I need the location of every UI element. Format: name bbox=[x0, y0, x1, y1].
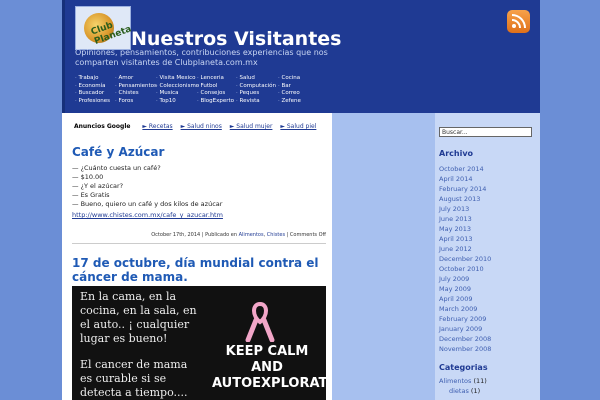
ad-link[interactable]: ► Salud piel bbox=[280, 123, 316, 130]
archive-link[interactable]: October 2014 bbox=[439, 164, 491, 174]
archive-link[interactable]: May 2013 bbox=[439, 224, 491, 234]
comments-status: | Comments Off bbox=[285, 232, 326, 238]
page: Club Planeta Nuestros Visitantes Opinion… bbox=[62, 0, 540, 400]
nav-link[interactable]: Economía bbox=[75, 83, 110, 91]
archive-link[interactable]: February 2014 bbox=[439, 184, 491, 194]
post-body: — ¿Cuánto cuesta un café? — $10.00 — ¿Y … bbox=[72, 164, 222, 209]
post-title[interactable]: 17 de octubre, día mundial contra el cán… bbox=[72, 256, 326, 284]
nav-link[interactable]: Zefene bbox=[278, 98, 301, 106]
nav-link[interactable]: Trabajo bbox=[75, 75, 110, 83]
site-header: Club Planeta Nuestros Visitantes Opinion… bbox=[62, 0, 540, 113]
archive-link[interactable]: April 2013 bbox=[439, 234, 491, 244]
category-count: (11) bbox=[471, 377, 487, 385]
nav-link[interactable]: Computación bbox=[236, 83, 276, 91]
ad-link[interactable]: ► Recetas bbox=[142, 123, 172, 130]
post-date: October 17th, 2014 | Publicado en bbox=[151, 232, 239, 238]
category-count: (1) bbox=[468, 387, 481, 395]
category-link[interactable]: dietas bbox=[449, 387, 469, 395]
archive-link[interactable]: November 2008 bbox=[439, 344, 491, 354]
archive-heading: Archivo bbox=[439, 149, 474, 158]
nav-column-6: Cocina Bar Correo Zefene bbox=[278, 75, 301, 105]
nav-column-2: Amor Pensamientos Chistes Foros bbox=[115, 75, 157, 105]
banner-text: En la cama, en la cocina, en la sala, en… bbox=[80, 290, 197, 345]
post-line: — ¿Y el azúcar? bbox=[72, 182, 124, 190]
category-item: Alimentos (11) bbox=[439, 377, 487, 385]
archive-link[interactable]: December 2008 bbox=[439, 334, 491, 344]
site-title[interactable]: Nuestros Visitantes bbox=[131, 28, 341, 50]
nav-column-4: Lenceria Futbol Consejos BlogExperto bbox=[197, 75, 235, 106]
nav-link[interactable]: Bar bbox=[278, 83, 301, 91]
post-banner-image: En la cama, en la cocina, en la sala, en… bbox=[72, 286, 337, 400]
nav-link[interactable]: Pensamientos bbox=[115, 83, 157, 91]
archive-link[interactable]: August 2013 bbox=[439, 194, 491, 204]
nav-link[interactable]: Peques bbox=[236, 90, 276, 98]
pink-ribbon-icon bbox=[245, 301, 275, 342]
middle-column bbox=[332, 113, 435, 400]
nav-link[interactable]: Buscador bbox=[75, 90, 110, 98]
ad-link[interactable]: ► Salud ninos bbox=[181, 123, 222, 130]
archive-link[interactable]: April 2009 bbox=[439, 294, 491, 304]
nav-link[interactable]: Foros bbox=[115, 98, 157, 106]
archive-link[interactable]: December 2010 bbox=[439, 254, 491, 264]
rss-icon[interactable] bbox=[507, 10, 530, 33]
nav-link[interactable]: Top10 bbox=[156, 98, 199, 106]
nav-link[interactable]: Futbol bbox=[197, 83, 234, 91]
category-link[interactable]: Alimentos bbox=[439, 377, 471, 385]
archive-link[interactable]: January 2009 bbox=[439, 324, 491, 334]
nav-link[interactable]: Cocina bbox=[278, 75, 301, 83]
nav-link[interactable]: Coleccionismo bbox=[156, 83, 200, 91]
categories-heading: Categorias bbox=[439, 363, 488, 372]
category-item: dietas (1) bbox=[449, 387, 480, 395]
archive-list: October 2014 April 2014 February 2014 Au… bbox=[439, 164, 491, 354]
category-link[interactable]: Chistes bbox=[267, 232, 285, 238]
archive-link[interactable]: May 2009 bbox=[439, 284, 491, 294]
search-input[interactable]: Buscar... bbox=[439, 127, 532, 137]
post-meta: October 17th, 2014 | Publicado en Alimen… bbox=[151, 232, 326, 238]
archive-link[interactable]: June 2013 bbox=[439, 214, 491, 224]
archive-link[interactable]: March 2009 bbox=[439, 304, 491, 314]
archive-link[interactable]: July 2013 bbox=[439, 204, 491, 214]
nav-column-3: Visita Mexico Coleccionismo Musica Top10 bbox=[156, 75, 200, 106]
banner-slogan: KEEP CALM AND AUTOEXPLORATE bbox=[212, 344, 337, 391]
site-logo[interactable]: Club Planeta bbox=[75, 6, 133, 50]
ad-links-bar: Anuncios Google ► Recetas ► Salud ninos … bbox=[74, 123, 322, 130]
nav-link[interactable]: Consejos bbox=[197, 90, 234, 98]
post-divider bbox=[72, 243, 326, 244]
nav-link[interactable]: Chistes bbox=[115, 90, 157, 98]
nav-link[interactable]: Visita Mexico bbox=[156, 75, 199, 83]
post-line: — $10.00 bbox=[72, 173, 104, 181]
site-tagline: Opiniones, pensamientos, contribuciones … bbox=[75, 48, 328, 67]
nav-column-5: Salud Computación Peques Revista bbox=[236, 75, 276, 105]
nav-link[interactable]: Correo bbox=[278, 90, 301, 98]
nav-link[interactable]: BlogExperto bbox=[197, 98, 235, 106]
post-source-link[interactable]: http://www.chistes.com.mx/cafe_y_azucar.… bbox=[72, 211, 223, 219]
banner-text: El cancer de mama es curable si se detec… bbox=[80, 358, 188, 399]
post-title[interactable]: Café y Azúcar bbox=[72, 145, 164, 159]
nav-link[interactable]: Amor bbox=[115, 75, 157, 83]
nav-link[interactable]: Lenceria bbox=[197, 75, 234, 83]
post-line: — ¿Cuánto cuesta un café? bbox=[72, 164, 161, 172]
nav-column-1: Trabajo Economía Buscador Profesiones bbox=[75, 75, 111, 106]
archive-link[interactable]: April 2014 bbox=[439, 174, 491, 184]
ad-link[interactable]: ► Salud mujer bbox=[230, 123, 273, 130]
archive-link[interactable]: July 2009 bbox=[439, 274, 491, 284]
nav-link[interactable]: Profesiones bbox=[75, 98, 111, 106]
main-content: Anuncios Google ► Recetas ► Salud ninos … bbox=[62, 113, 337, 400]
archive-link[interactable]: June 2012 bbox=[439, 244, 491, 254]
nav-link[interactable]: Revista bbox=[236, 98, 276, 106]
ads-label: Anuncios Google bbox=[74, 123, 131, 130]
sidebar: Buscar... Archivo October 2014 April 201… bbox=[435, 113, 540, 400]
archive-link[interactable]: February 2009 bbox=[439, 314, 491, 324]
nav-link[interactable]: Musica bbox=[156, 90, 199, 98]
archive-link[interactable]: October 2010 bbox=[439, 264, 491, 274]
category-link[interactable]: Alimentos bbox=[239, 232, 264, 238]
post-line: — Bueno, quiero un café y dos kilos de a… bbox=[72, 200, 223, 208]
post-line: — Es Gratis bbox=[72, 191, 110, 199]
nav-link[interactable]: Salud bbox=[236, 75, 276, 83]
